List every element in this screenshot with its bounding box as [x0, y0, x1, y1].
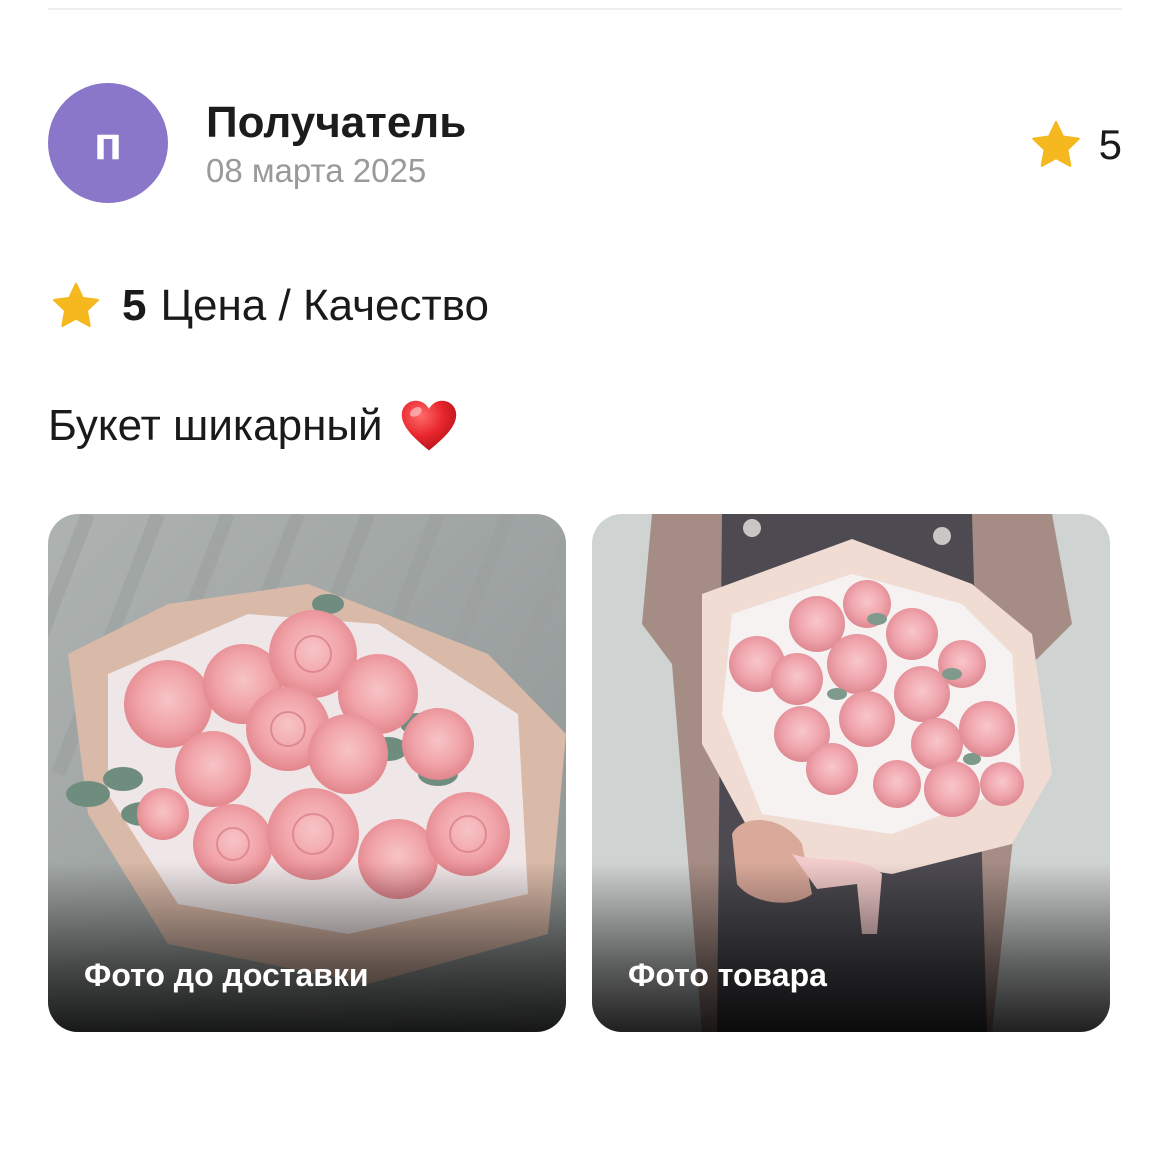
photo-caption: Фото товара	[628, 957, 827, 993]
caption-overlay	[48, 862, 566, 1032]
top-divider	[48, 8, 1122, 10]
photo-product[interactable]: Фото товара	[592, 514, 1110, 1032]
review-date: 08 марта 2025	[206, 152, 427, 189]
heart-icon	[401, 400, 456, 451]
criteria-value: 5	[122, 281, 147, 330]
review-card: п Получатель 08 марта 2025 5 5 Цена / Ка…	[0, 0, 1170, 1170]
star-icon	[1031, 120, 1080, 167]
review-text: Букет шикарный	[48, 396, 459, 456]
photo-before-delivery[interactable]: Фото до доставки	[48, 514, 566, 1032]
criteria-rating: 5 Цена / Качество	[50, 280, 489, 332]
caption-overlay	[592, 862, 1110, 1032]
rating-value: 5	[1098, 121, 1122, 168]
review-text-body: Букет шикарный	[48, 401, 383, 450]
photo-caption: Фото до доставки	[84, 957, 369, 993]
star-icon	[53, 282, 99, 328]
author-name: Получатель	[206, 98, 467, 147]
avatar: п	[48, 83, 168, 203]
criteria-label: Цена / Качество	[160, 281, 489, 330]
overall-rating: 5	[1029, 118, 1122, 172]
